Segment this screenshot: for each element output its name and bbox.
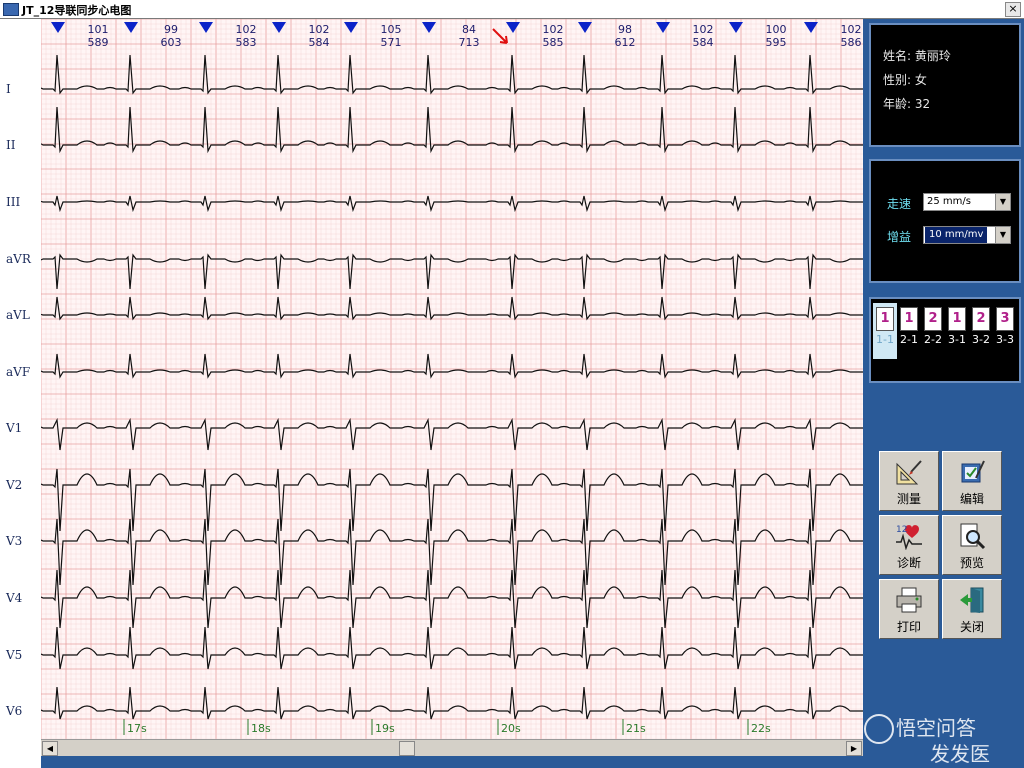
rr-marker-7: 102 585 [542,23,564,49]
diagnose-button[interactable]: 12 诊断 [879,515,939,575]
time-mark-21s: 21s [626,722,646,735]
ecg-grid-area[interactable]: 101 589 99 603 102 583 102 584 105 571 84 713 … [41,19,863,739]
page-layout-icon: 3 [996,307,1014,331]
watermark-logo-icon [864,714,894,744]
measure-button[interactable]: 测量 [879,451,939,511]
patient-age-row: 年龄: 32 [883,97,931,111]
exit-door-icon [960,587,984,613]
rr-marker-1: 101 589 [87,23,109,49]
rr-marker-6: 84 713 [458,23,480,49]
scroll-left-arrow-icon[interactable]: ◀ [42,741,58,756]
watermark: 悟空问答 发发医 [860,708,1022,766]
page-layout-icon: 1 [948,307,966,331]
time-mark-17s: 17s [127,722,147,735]
chevron-down-icon[interactable]: ▼ [995,194,1010,210]
lead-label-v2: V2 [6,478,23,492]
preview-button[interactable]: 预览 [942,515,1002,575]
layout-option-3-2[interactable]: 2 3-2 [969,307,993,346]
layout-option-2-1[interactable]: 1 2-1 [897,307,921,346]
rr-marker-4: 102 584 [308,23,330,49]
gain-label: 增益 [887,230,912,244]
chevron-down-icon[interactable]: ▼ [995,227,1010,243]
app-icon [3,3,19,16]
ecg-trace-v2 [41,468,863,532]
edit-button[interactable]: 编辑 [942,451,1002,511]
patient-info-panel: 姓名: 黄丽玲 性别: 女 年龄: 32 [869,23,1021,147]
page-layout-icon: 2 [972,307,990,331]
rr-marker-5: 105 571 [380,23,402,49]
beat-marker-triangle [506,22,520,33]
speed-label: 走速 [887,197,912,211]
patient-age: 32 [914,97,931,111]
layout-selector-panel: 1 1-1 1 2-1 2 2-2 1 3-1 2 3-2 3 3-3 [869,297,1021,383]
lead-label-v3: V3 [6,534,23,548]
ecg-trace-avf [41,353,863,379]
magnifier-icon [960,523,986,550]
patient-sex-row: 性别: 女 [883,73,927,87]
layout-option-2-2[interactable]: 2 2-2 [921,307,945,346]
heart-ecg-icon: 12 [896,525,922,550]
ecg-trace-avl [41,296,863,321]
time-mark-20s: 20s [501,722,521,735]
ecg-trace-iii [41,195,863,213]
patient-sex: 女 [914,73,927,87]
page-layout-icon: 1 [876,307,894,331]
edit-icon [961,460,985,483]
time-mark-22s: 22s [751,722,771,735]
lead-label-avl: aVL [6,308,30,322]
close-button[interactable]: 关闭 [942,579,1002,639]
scroll-thumb[interactable] [399,741,415,756]
rr-marker-3: 102 583 [235,23,257,49]
page-layout-icon: 2 [924,307,942,331]
ecg-trace-v1 [41,417,863,451]
svg-text:12: 12 [896,525,907,535]
ruler-icon [896,460,922,485]
ecg-waveform-canvas[interactable] [41,19,863,739]
rr-marker-2: 99 603 [160,23,182,49]
beat-marker-triangle [578,22,592,33]
speed-select[interactable]: 25 mm/s ▼ [923,193,1011,211]
patient-name: 黄丽玲 [914,49,951,63]
rr-marker-8: 98 612 [614,23,636,49]
page-layout-icon: 1 [900,307,918,331]
arrow-annotation-icon [492,28,508,44]
right-control-panel: 姓名: 黄丽玲 性别: 女 年龄: 32 走速 25 mm/s ▼ 增益 10 … [865,19,1024,768]
beat-marker-triangle [422,22,436,33]
layout-option-3-3[interactable]: 3 3-3 [993,307,1017,346]
layout-option-1-1[interactable]: 1 1-1 [873,303,897,359]
lead-label-ii: II [6,138,16,152]
ecg-trace-v5 [41,626,863,670]
lead-label-v6: V6 [6,704,23,718]
gain-select[interactable]: 10 mm/mv ▼ [923,226,1011,244]
time-mark-19s: 19s [375,722,395,735]
lead-label-avf: aVF [6,365,31,379]
display-settings-panel: 走速 25 mm/s ▼ 增益 10 mm/mv ▼ [869,159,1021,283]
printer-icon [896,587,922,613]
lead-label-v5: V5 [6,648,23,662]
title-bar: JT_12导联同步心电图 × [0,0,1024,19]
beat-marker-triangle [51,22,65,33]
patient-name-row: 姓名: 黄丽玲 [883,49,951,63]
lead-label-strip: I II III aVR aVL aVF V1 V2 V3 V4 V5 V6 [0,19,41,768]
window-close-button[interactable]: × [1005,2,1021,17]
beat-marker-triangle [656,22,670,33]
window-title: JT_12导联同步心电图 [22,4,132,17]
horizontal-scrollbar[interactable]: ◀ ▶ [41,739,863,756]
rr-marker-9: 102 584 [692,23,714,49]
lead-label-iii: III [6,195,21,209]
time-mark-18s: 18s [251,722,271,735]
lead-label-v4: V4 [6,591,23,605]
beat-marker-triangle [272,22,286,33]
rr-marker-10: 100 595 [765,23,787,49]
layout-option-3-1[interactable]: 1 3-1 [945,307,969,346]
lead-label-avr: aVR [6,252,31,266]
lead-label-i: I [6,82,11,96]
print-button[interactable]: 打印 [879,579,939,639]
lead-label-v1: V1 [6,421,23,435]
